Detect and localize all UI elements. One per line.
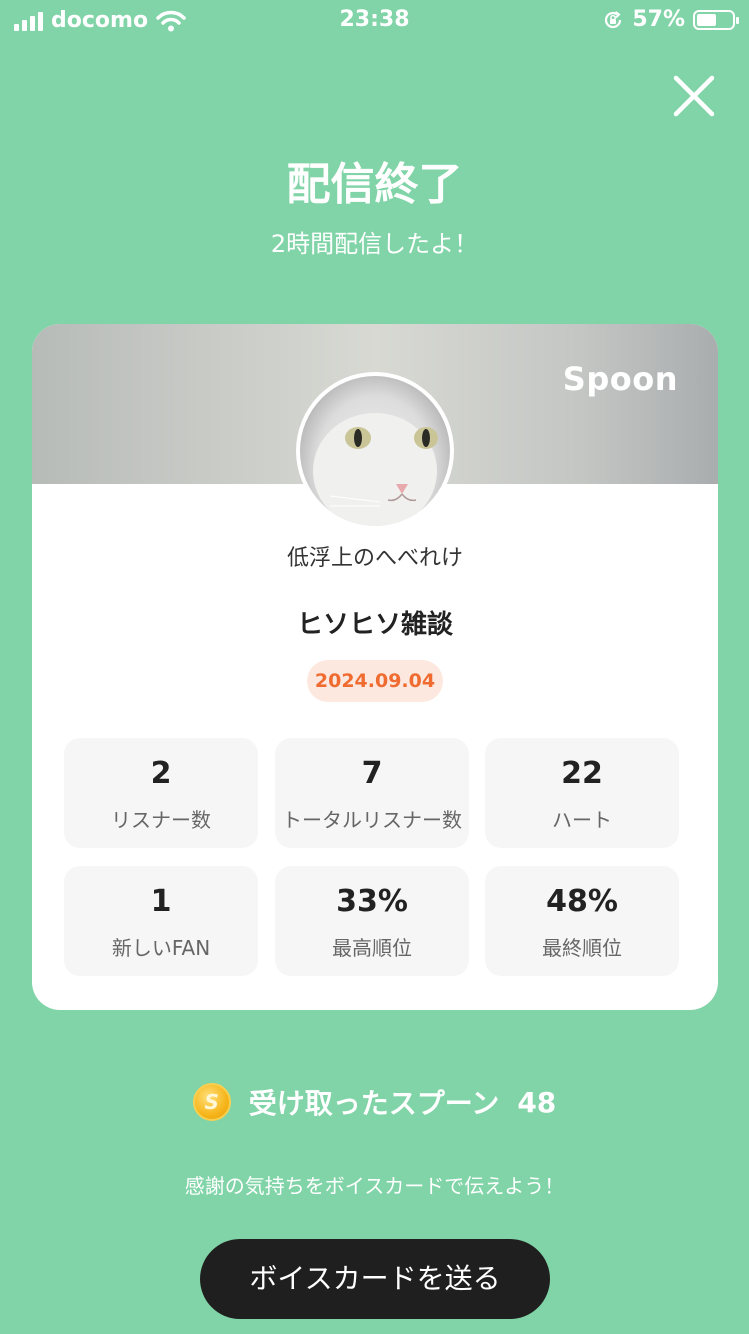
stat-highest-rank: 33% 最高順位 <box>275 866 469 976</box>
rotation-lock-icon <box>605 10 622 28</box>
username: 低浮上のへべれけ <box>286 546 463 571</box>
stat-label: ハート <box>552 808 612 832</box>
coin-letter: S <box>204 1090 219 1114</box>
thanks-message: 感謝の気持ちをボイスカードで伝えよう！ <box>184 1174 565 1198</box>
page-subtitle: 2時間配信したよ！ <box>270 230 479 258</box>
stat-value: 1 <box>150 884 172 919</box>
spoon-coin-icon: S <box>192 1083 231 1121</box>
date-badge: 2024.09.04 <box>307 660 443 702</box>
stat-value: 22 <box>561 756 603 791</box>
stat-listeners: 2 リスナー数 <box>64 738 258 848</box>
received-spoons-label: 受け取ったスプーン <box>248 1087 500 1120</box>
send-voice-card-button[interactable]: ボイスカードを送る <box>200 1239 550 1319</box>
cat-face-icon <box>313 413 438 526</box>
stat-value: 2 <box>150 756 172 791</box>
status-bar: docomo 23:38 57% <box>0 0 749 40</box>
battery-level <box>697 13 716 26</box>
broadcast-summary-card: Spoon 低浮上のへべれけ ヒソヒソ雑談 2024.09.04 2 リスナー数… <box>32 324 718 1010</box>
stat-final-rank: 48% 最終順位 <box>485 866 679 976</box>
avatar <box>296 372 454 530</box>
status-right: 57% <box>602 7 739 32</box>
stat-label: リスナー数 <box>111 808 211 832</box>
stat-value: 48% <box>546 884 618 919</box>
received-spoons: S 受け取ったスプーン 48 <box>0 1082 749 1122</box>
stat-new-fans: 1 新しいFAN <box>64 866 258 976</box>
stat-label: 最終順位 <box>542 936 622 960</box>
page-title: 配信終了 <box>286 159 463 210</box>
battery-icon <box>693 9 739 30</box>
close-button[interactable] <box>670 72 718 120</box>
stat-value: 7 <box>361 756 383 791</box>
stat-label: トータルリスナー数 <box>282 808 462 832</box>
stat-total-listeners: 7 トータルリスナー数 <box>275 738 469 848</box>
stat-value: 33% <box>336 884 408 919</box>
broadcast-title: ヒソヒソ雑談 <box>296 610 453 640</box>
stat-label: 最高順位 <box>332 936 412 960</box>
avatar-image <box>300 376 450 526</box>
stat-label: 新しいFAN <box>111 936 211 960</box>
battery-percent: 57% <box>632 7 685 32</box>
brand-logo: Spoon <box>562 360 678 398</box>
stat-hearts: 22 ハート <box>485 738 679 848</box>
close-icon <box>673 75 715 117</box>
received-spoons-count: 48 <box>517 1085 557 1119</box>
